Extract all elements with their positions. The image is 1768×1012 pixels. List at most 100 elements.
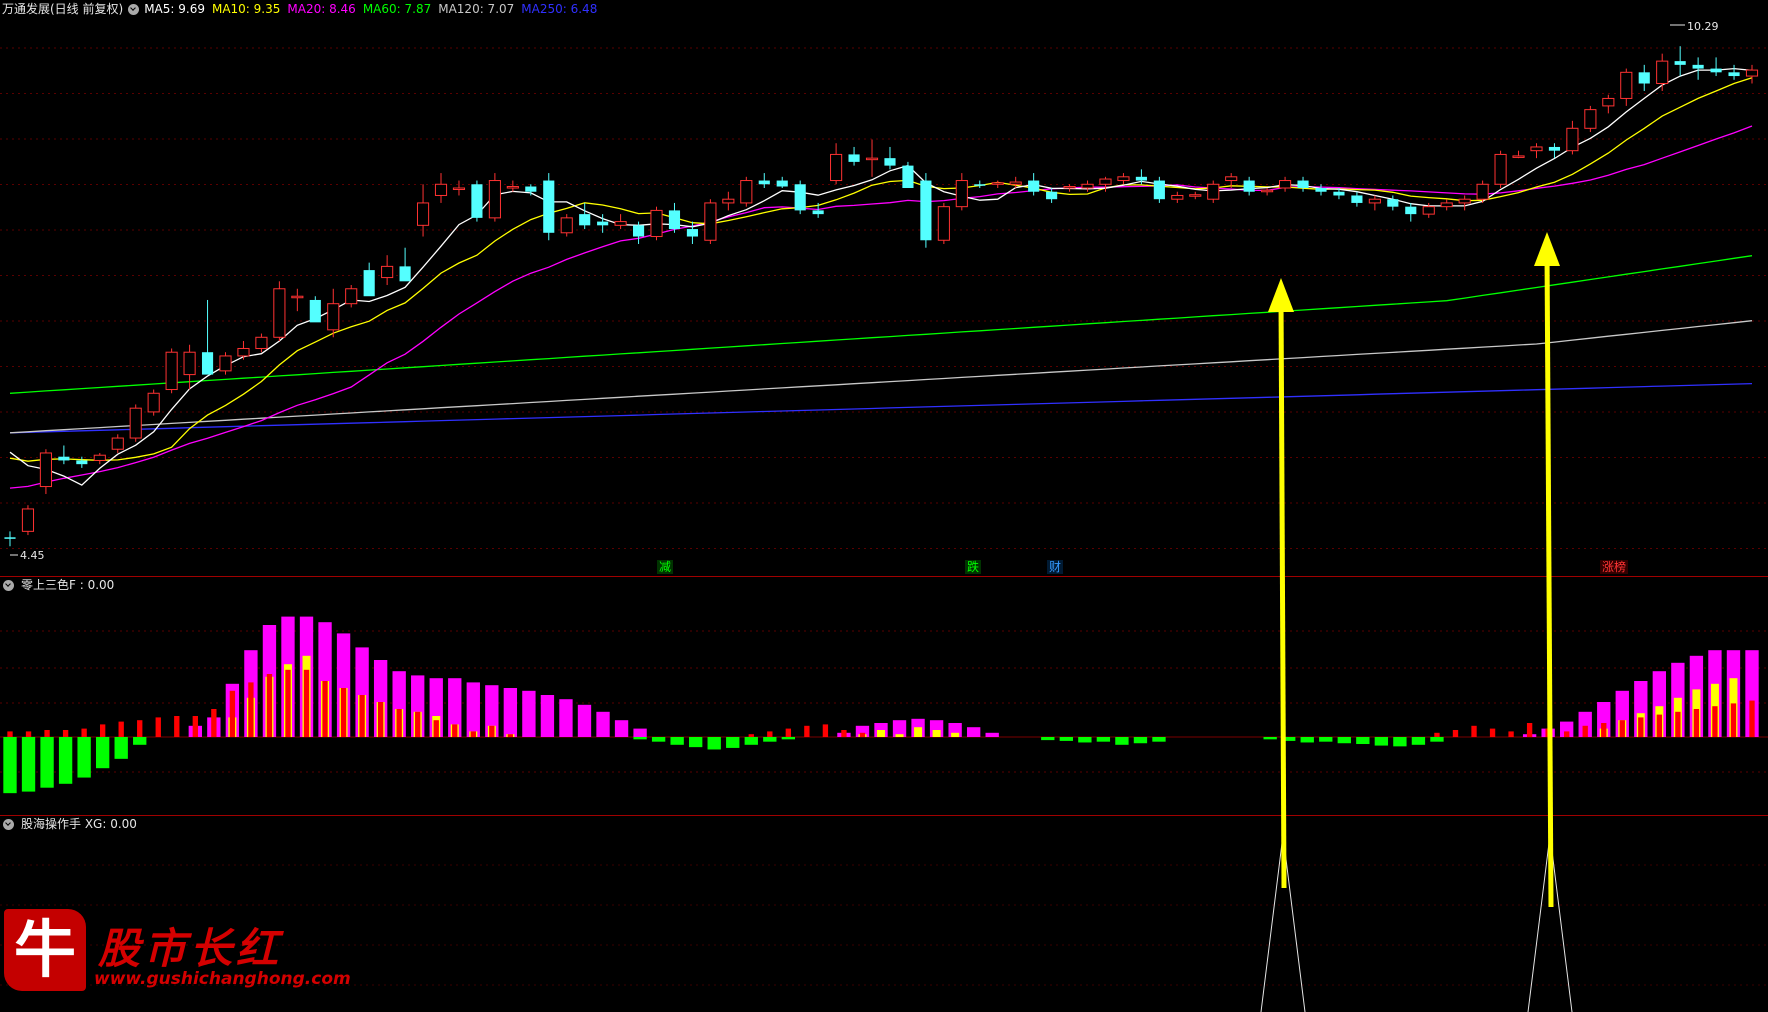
candle-body [1225,176,1238,182]
red-bar [211,709,217,737]
candle [758,173,770,189]
candle-body [525,186,537,192]
stock-chart[interactable]: 10.29 4.45 [0,0,1768,1012]
red-bar [1564,731,1570,737]
red-bar [415,711,421,737]
green-bar [633,737,647,740]
red-bar [44,730,50,737]
candle [1620,68,1633,106]
red-bar [1471,725,1477,737]
candle [1081,180,1094,192]
red-bar [322,681,328,737]
candle-body [812,210,824,215]
indicator2-label: 股海操作手 XG: 0.00 [21,817,137,831]
high-price-label: 10.29 [1687,20,1719,33]
candle [1656,53,1669,91]
candle [1566,120,1579,155]
indicator2-header: 股海操作手 XG: 0.00 [0,815,137,833]
red-bar [229,690,236,737]
candle [434,173,448,203]
red-bar [340,688,347,737]
candle [794,180,806,215]
candle [147,389,160,416]
red-bar [137,720,143,737]
settings-toggle-icon[interactable] [128,3,140,15]
red-bar [1434,732,1440,737]
moving-average-lines [9,67,1753,489]
candle-body [1297,180,1309,189]
candle-body [219,355,232,372]
candle-body [865,157,879,161]
candle-body [794,184,806,211]
green-bar [1263,737,1277,740]
red-bar [1582,725,1588,737]
ma20-line [9,125,1753,489]
red-bar [81,728,87,737]
green-bar [1356,737,1370,745]
indicator1-header: 零上三色F : 0.00 [0,576,114,594]
arrow-head [1534,232,1560,266]
ma250-line [9,382,1753,434]
red-bar [748,734,754,737]
candle-body [1476,183,1489,200]
ma250-label: MA250: 6.48 [521,2,598,16]
magenta-bar [985,732,999,737]
candle-body [1351,195,1363,203]
candle [1368,195,1381,211]
candle-body [363,270,375,297]
candle-body [327,303,340,331]
candle [1584,105,1597,133]
candle-body [1153,180,1165,200]
candle [237,341,250,360]
candle-body [165,351,178,391]
candle [1530,143,1543,159]
candle-body [4,537,16,539]
green-bar [1319,737,1333,742]
indicator1-toggle-icon[interactable] [3,579,14,591]
yellow-bar [932,730,941,737]
candle [1153,176,1165,203]
red-bar [359,695,365,737]
candle-body [1387,199,1399,207]
candle [183,344,196,390]
candle-body [543,180,555,233]
candle-body [452,187,466,191]
green-bar [3,737,17,794]
ma20-label: MA20: 8.46 [287,2,356,16]
signal-label-jian: 减 [657,560,674,574]
candle-body [848,154,860,162]
green-bar [114,737,128,759]
candle-body [614,221,627,226]
candle-body [506,186,519,189]
red-bar [248,682,254,737]
green-bar [1115,737,1129,745]
watermark-logo: 牛 股市长红 www.gushichanghong.com [0,903,351,1003]
red-bar [1508,731,1514,737]
candle [830,143,843,185]
candle [1458,195,1471,211]
candle-body [920,180,932,241]
red-bar [1638,717,1644,737]
candle-body [1566,127,1579,152]
main-chart-header: 万通发展(日线 前复权) MA5: 9.69 MA10: 9.35 MA20: … [0,0,604,18]
indicator2-toggle-icon[interactable] [3,818,14,830]
candle [1117,173,1130,185]
candle [363,262,375,297]
candle [937,202,950,244]
candle [560,214,573,237]
candle [327,288,340,338]
green-bar [95,737,110,769]
red-bar [99,724,106,737]
candle [1387,195,1399,211]
red-bar [1526,723,1533,737]
red-bar [1730,703,1737,737]
candle [1638,64,1650,91]
candle-body [399,266,411,282]
red-bar [118,721,124,737]
magenta-bar [503,688,518,737]
candle-body [1207,183,1220,200]
candle-body [758,180,770,185]
red-bar [7,731,13,737]
green-bar [133,737,147,745]
ma60-label: MA60: 7.87 [362,2,432,16]
